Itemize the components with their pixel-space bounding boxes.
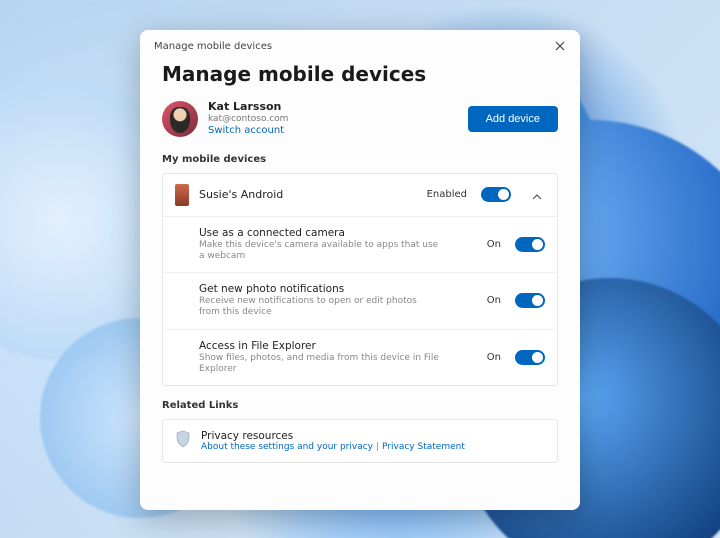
privacy-link-statement[interactable]: Privacy Statement bbox=[382, 442, 465, 452]
setting-title: Use as a connected camera bbox=[199, 227, 477, 239]
device-card: Susie's Android Enabled Use as a connect… bbox=[162, 173, 558, 387]
titlebar: Manage mobile devices bbox=[140, 30, 580, 58]
switch-account-link[interactable]: Switch account bbox=[208, 125, 288, 138]
close-button[interactable] bbox=[550, 36, 570, 56]
shield-icon bbox=[175, 430, 191, 448]
account-row: Kat Larsson kat@contoso.com Switch accou… bbox=[162, 100, 558, 138]
setting-title: Access in File Explorer bbox=[199, 340, 477, 352]
privacy-title: Privacy resources bbox=[201, 430, 465, 442]
device-name: Susie's Android bbox=[199, 188, 417, 201]
setting-desc: Make this device's camera available to a… bbox=[199, 240, 439, 263]
device-header[interactable]: Susie's Android Enabled bbox=[163, 174, 557, 217]
privacy-card: Privacy resources About these settings a… bbox=[162, 419, 558, 463]
setting-photo-notifications: Get new photo notifications Receive new … bbox=[163, 273, 557, 330]
content-area: Manage mobile devices Kat Larsson kat@co… bbox=[140, 58, 580, 510]
close-icon bbox=[555, 41, 565, 51]
window-title: Manage mobile devices bbox=[154, 41, 272, 52]
photo-notifications-toggle[interactable] bbox=[515, 293, 545, 308]
connected-camera-toggle[interactable] bbox=[515, 237, 545, 252]
devices-section-label: My mobile devices bbox=[162, 154, 558, 165]
setting-connected-camera: Use as a connected camera Make this devi… bbox=[163, 217, 557, 274]
setting-title: Get new photo notifications bbox=[199, 283, 477, 295]
device-status-label: Enabled bbox=[427, 189, 467, 200]
device-enable-toggle[interactable] bbox=[481, 187, 511, 202]
privacy-links: About these settings and your privacy|Pr… bbox=[201, 442, 465, 452]
account-email: kat@contoso.com bbox=[208, 114, 288, 125]
related-section-label: Related Links bbox=[162, 400, 558, 411]
privacy-link-about[interactable]: About these settings and your privacy bbox=[201, 442, 373, 452]
avatar bbox=[162, 101, 198, 137]
account-name: Kat Larsson bbox=[208, 100, 288, 114]
file-explorer-toggle[interactable] bbox=[515, 350, 545, 365]
add-device-button[interactable]: Add device bbox=[468, 106, 558, 132]
setting-desc: Show files, photos, and media from this … bbox=[199, 353, 439, 376]
setting-desc: Receive new notifications to open or edi… bbox=[199, 296, 439, 319]
setting-state-label: On bbox=[487, 352, 501, 363]
setting-state-label: On bbox=[487, 295, 501, 306]
phone-icon bbox=[175, 184, 189, 206]
settings-window: Manage mobile devices Manage mobile devi… bbox=[140, 30, 580, 510]
setting-state-label: On bbox=[487, 239, 501, 250]
page-heading: Manage mobile devices bbox=[162, 62, 558, 86]
chevron-up-icon bbox=[529, 185, 545, 204]
setting-file-explorer: Access in File Explorer Show files, phot… bbox=[163, 330, 557, 386]
